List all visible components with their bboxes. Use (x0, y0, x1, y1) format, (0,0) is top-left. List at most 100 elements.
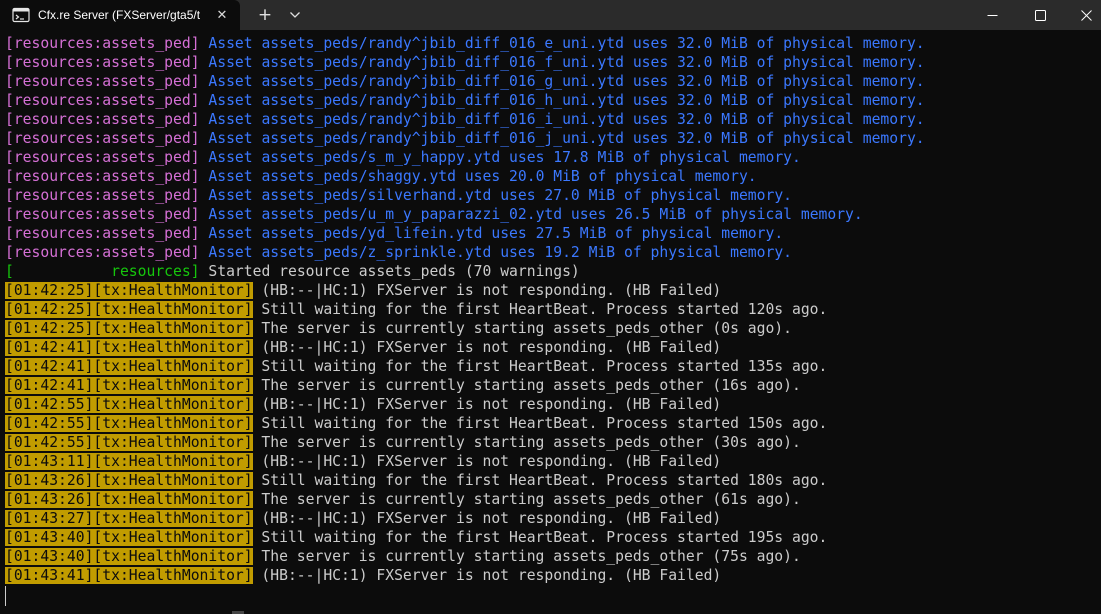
maximize-icon[interactable] (1017, 0, 1063, 30)
log-tag: [01:42:25][tx:HealthMonitor] (5, 282, 253, 299)
log-message: (HB:--|HC:1) FXServer is not responding.… (252, 339, 722, 356)
window-close-icon[interactable] (1063, 0, 1101, 30)
log-message: Asset assets_peds/randy^jbib_diff_016_h_… (199, 92, 925, 109)
log-line: [resources:assets_ped] Asset assets_peds… (5, 243, 1095, 262)
title-bar: Cfx.re Server (FXServer/gta5/t ✕ + (0, 0, 1101, 30)
log-message: Asset assets_peds/randy^jbib_diff_016_i_… (199, 111, 925, 128)
log-line: [resources:assets_ped] Asset assets_peds… (5, 129, 1095, 148)
log-tag: [01:43:41][tx:HealthMonitor] (5, 567, 253, 584)
chevron-down-icon[interactable] (282, 2, 308, 28)
tab-title: Cfx.re Server (FXServer/gta5/t (38, 8, 201, 22)
log-line: [resources:assets_ped] Asset assets_peds… (5, 72, 1095, 91)
log-line: [01:42:25][tx:HealthMonitor] (HB:--|HC:1… (5, 281, 1095, 300)
log-line: [01:43:40][tx:HealthMonitor] The server … (5, 547, 1095, 566)
log-line: [01:43:26][tx:HealthMonitor] Still waiti… (5, 471, 1095, 490)
log-message: Asset assets_peds/randy^jbib_diff_016_j_… (199, 130, 925, 147)
log-message: Still waiting for the first HeartBeat. P… (252, 472, 828, 489)
terminal-window: Cfx.re Server (FXServer/gta5/t ✕ + [reso… (0, 0, 1101, 614)
log-message: Asset assets_peds/yd_lifein.ytd uses 27.… (199, 225, 784, 242)
log-tag: [resources:assets_ped] (5, 92, 200, 109)
log-message: Asset assets_peds/randy^jbib_diff_016_f_… (199, 54, 925, 71)
log-tag: [01:42:25][tx:HealthMonitor] (5, 320, 253, 337)
log-message: Asset assets_peds/shaggy.ytd uses 20.0 M… (199, 168, 757, 185)
log-message: Asset assets_peds/s_m_y_happy.ytd uses 1… (199, 149, 801, 166)
tab-active[interactable]: Cfx.re Server (FXServer/gta5/t ✕ (0, 0, 240, 30)
log-line: [resources:assets_ped] Asset assets_peds… (5, 186, 1095, 205)
console-output[interactable]: [resources:assets_ped] Asset assets_peds… (5, 34, 1095, 606)
log-line: [01:43:11][tx:HealthMonitor] (HB:--|HC:1… (5, 452, 1095, 471)
log-line: [resources:assets_ped] Asset assets_peds… (5, 110, 1095, 129)
plus-icon[interactable]: + (252, 2, 278, 28)
log-message: Asset assets_peds/randy^jbib_diff_016_e_… (199, 35, 925, 52)
log-tag: [resources:assets_ped] (5, 168, 200, 185)
log-line: [ resources] Started resource assets_ped… (5, 262, 1095, 281)
log-line: [01:42:41][tx:HealthMonitor] Still waiti… (5, 357, 1095, 376)
log-line: [01:43:26][tx:HealthMonitor] The server … (5, 490, 1095, 509)
log-line: [resources:assets_ped] Asset assets_peds… (5, 148, 1095, 167)
log-line: [01:42:25][tx:HealthMonitor] Still waiti… (5, 300, 1095, 319)
log-tag: [01:43:11][tx:HealthMonitor] (5, 453, 253, 470)
log-message: (HB:--|HC:1) FXServer is not responding.… (252, 282, 722, 299)
log-message: Still waiting for the first HeartBeat. P… (252, 415, 828, 432)
log-tag: [01:43:40][tx:HealthMonitor] (5, 548, 253, 565)
log-line: [resources:assets_ped] Asset assets_peds… (5, 53, 1095, 72)
log-line: [01:42:41][tx:HealthMonitor] (HB:--|HC:1… (5, 338, 1095, 357)
minimize-icon[interactable] (969, 0, 1015, 30)
log-message: (HB:--|HC:1) FXServer is not responding.… (252, 510, 722, 527)
log-line: [01:43:40][tx:HealthMonitor] Still waiti… (5, 528, 1095, 547)
log-line: [resources:assets_ped] Asset assets_peds… (5, 224, 1095, 243)
log-message: Asset assets_peds/z_sprinkle.ytd uses 19… (199, 244, 793, 261)
log-message: Asset assets_peds/u_m_y_paparazzi_02.ytd… (199, 206, 863, 223)
log-tag: [01:42:25][tx:HealthMonitor] (5, 301, 253, 318)
log-tag: [01:42:41][tx:HealthMonitor] (5, 339, 253, 356)
log-line: [resources:assets_ped] Asset assets_peds… (5, 34, 1095, 53)
log-tag: [resources:assets_ped] (5, 187, 200, 204)
log-message: Asset assets_peds/silverhand.ytd uses 27… (199, 187, 793, 204)
log-tag: [resources:assets_ped] (5, 111, 200, 128)
log-line: [resources:assets_ped] Asset assets_peds… (5, 205, 1095, 224)
log-message: The server is currently starting assets_… (252, 377, 801, 394)
log-tag: [resources:assets_ped] (5, 130, 200, 147)
log-line: [01:42:55][tx:HealthMonitor] Still waiti… (5, 414, 1095, 433)
log-line: [01:42:55][tx:HealthMonitor] (HB:--|HC:1… (5, 395, 1095, 414)
log-message: Still waiting for the first HeartBeat. P… (252, 301, 828, 318)
log-message: (HB:--|HC:1) FXServer is not responding.… (252, 453, 722, 470)
log-tag: [resources:assets_ped] (5, 244, 200, 261)
log-message: (HB:--|HC:1) FXServer is not responding.… (252, 567, 722, 584)
log-line: [01:42:41][tx:HealthMonitor] The server … (5, 376, 1095, 395)
log-line: [01:42:25][tx:HealthMonitor] The server … (5, 319, 1095, 338)
log-tag: [01:43:26][tx:HealthMonitor] (5, 472, 253, 489)
log-tag: [01:42:55][tx:HealthMonitor] (5, 415, 253, 432)
log-tag: [resources:assets_ped] (5, 73, 200, 90)
log-tag: [resources:assets_ped] (5, 54, 200, 71)
log-message: The server is currently starting assets_… (252, 434, 801, 451)
log-message: Asset assets_peds/randy^jbib_diff_016_g_… (199, 73, 925, 90)
log-line: [resources:assets_ped] Asset assets_peds… (5, 91, 1095, 110)
log-tag: [01:43:40][tx:HealthMonitor] (5, 529, 253, 546)
log-tag: [01:42:55][tx:HealthMonitor] (5, 396, 253, 413)
log-line: [resources:assets_ped] Asset assets_peds… (5, 167, 1095, 186)
log-message: The server is currently starting assets_… (252, 320, 792, 337)
log-message: The server is currently starting assets_… (252, 491, 801, 508)
log-message: Still waiting for the first HeartBeat. P… (252, 529, 828, 546)
log-tag: [resources:assets_ped] (5, 35, 200, 52)
log-line: [01:43:27][tx:HealthMonitor] (HB:--|HC:1… (5, 509, 1095, 528)
log-message: Started resource assets_peds (70 warning… (199, 263, 580, 280)
log-tag: [01:43:26][tx:HealthMonitor] (5, 491, 253, 508)
log-tag: [resources:assets_ped] (5, 206, 200, 223)
log-message: Still waiting for the first HeartBeat. P… (252, 358, 828, 375)
log-message: The server is currently starting assets_… (252, 548, 801, 565)
log-line: [01:42:55][tx:HealthMonitor] The server … (5, 433, 1095, 452)
log-line: [01:43:41][tx:HealthMonitor] (HB:--|HC:1… (5, 566, 1095, 585)
terminal-icon (12, 7, 30, 23)
text-cursor (5, 586, 6, 606)
log-tag: [ resources] (5, 263, 200, 280)
log-tag: [01:42:41][tx:HealthMonitor] (5, 358, 253, 375)
log-tag: [01:42:55][tx:HealthMonitor] (5, 434, 253, 451)
log-tag: [01:42:41][tx:HealthMonitor] (5, 377, 253, 394)
close-icon[interactable]: ✕ (212, 5, 232, 25)
log-message: (HB:--|HC:1) FXServer is not responding.… (252, 396, 722, 413)
log-tag: [resources:assets_ped] (5, 225, 200, 242)
log-tag: [01:43:27][tx:HealthMonitor] (5, 510, 253, 527)
log-tag: [resources:assets_ped] (5, 149, 200, 166)
